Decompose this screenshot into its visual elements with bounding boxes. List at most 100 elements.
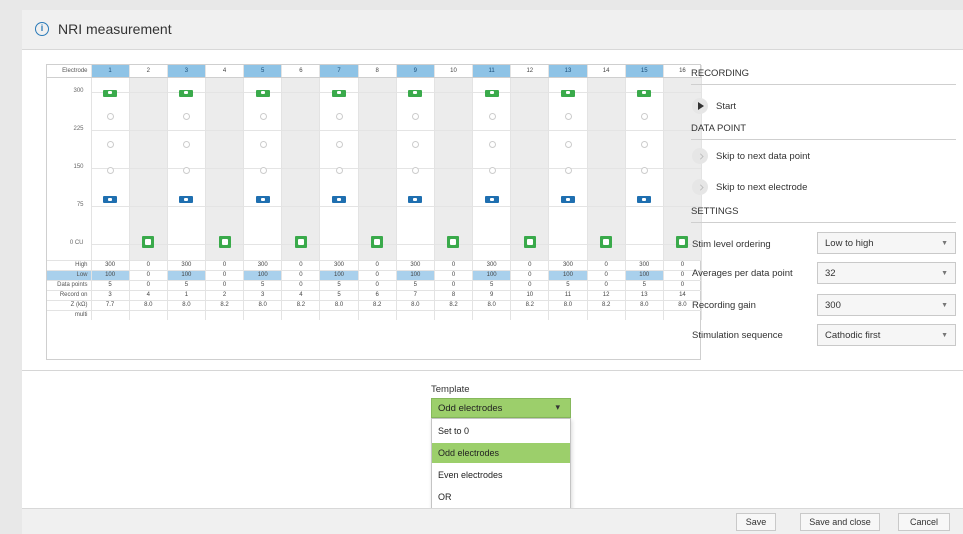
- data-point-marker[interactable]: [488, 140, 496, 148]
- high-level-marker[interactable]: [560, 89, 575, 97]
- data-point-marker[interactable]: [564, 112, 572, 120]
- grid-cell[interactable]: 8.0: [548, 299, 588, 310]
- grid-cell[interactable]: 0: [434, 269, 474, 280]
- electrode-header-13[interactable]: 13: [548, 65, 588, 78]
- data-point-marker[interactable]: [641, 140, 649, 148]
- grid-cell[interactable]: 300: [167, 259, 206, 270]
- grid-cell[interactable]: 4: [281, 289, 321, 300]
- dropdown-option-selected[interactable]: Odd electrodes: [432, 443, 570, 463]
- electrode-header-11[interactable]: 11: [472, 65, 512, 78]
- electrode-header-1[interactable]: 1: [91, 65, 130, 78]
- electrode-plot-column[interactable]: [587, 77, 626, 260]
- electrode-plot-column[interactable]: [243, 77, 283, 260]
- grid-cell[interactable]: [472, 309, 512, 320]
- zero-level-marker[interactable]: [371, 235, 384, 248]
- grid-cell[interactable]: 0: [205, 279, 245, 290]
- dropdown-option[interactable]: Even electrodes: [432, 465, 570, 485]
- grid-cell[interactable]: 1: [167, 289, 206, 300]
- play-icon[interactable]: [692, 98, 708, 114]
- grid-cell[interactable]: 0: [205, 269, 245, 280]
- cancel-button[interactable]: Cancel: [898, 513, 950, 531]
- data-point-marker[interactable]: [488, 166, 496, 174]
- low-level-marker[interactable]: [408, 195, 423, 203]
- grid-cell[interactable]: 8.0: [625, 299, 664, 310]
- save-button[interactable]: Save: [736, 513, 776, 531]
- grid-cell[interactable]: [91, 309, 130, 320]
- data-point-marker[interactable]: [641, 112, 649, 120]
- grid-cell[interactable]: 8.0: [243, 299, 283, 310]
- grid-cell[interactable]: 300: [91, 259, 130, 270]
- grid-cell[interactable]: 5: [472, 279, 512, 290]
- data-point-marker[interactable]: [564, 140, 572, 148]
- grid-cell[interactable]: [319, 309, 359, 320]
- electrode-header-5[interactable]: 5: [243, 65, 283, 78]
- skip-electrode-icon[interactable]: [692, 179, 708, 195]
- electrode-header-4[interactable]: 4: [205, 65, 245, 78]
- grid-cell[interactable]: 8.2: [587, 299, 626, 310]
- grid-cell[interactable]: 0: [205, 259, 245, 270]
- grid-cell[interactable]: 100: [625, 269, 664, 280]
- grid-cell[interactable]: 100: [167, 269, 206, 280]
- data-point-marker[interactable]: [183, 112, 191, 120]
- grid-cell[interactable]: [625, 309, 664, 320]
- grid-cell[interactable]: 2: [205, 289, 245, 300]
- electrode-header-8[interactable]: 8: [358, 65, 397, 78]
- grid-cell[interactable]: 4: [129, 289, 168, 300]
- grid-cell[interactable]: 0: [129, 259, 168, 270]
- low-level-marker[interactable]: [179, 195, 194, 203]
- high-level-marker[interactable]: [179, 89, 194, 97]
- zero-level-marker[interactable]: [600, 235, 613, 248]
- grid-cell[interactable]: [587, 309, 626, 320]
- grid-cell[interactable]: 100: [396, 269, 435, 280]
- grid-cell[interactable]: 300: [625, 259, 664, 270]
- grid-cell[interactable]: 14: [663, 289, 703, 300]
- zero-level-marker[interactable]: [676, 235, 689, 248]
- grid-cell[interactable]: 0: [510, 259, 550, 270]
- grid-cell[interactable]: 5: [91, 279, 130, 290]
- grid-cell[interactable]: [129, 309, 168, 320]
- electrode-header-15[interactable]: 15: [625, 65, 664, 78]
- electrode-header-6[interactable]: 6: [281, 65, 321, 78]
- electrode-plot-column[interactable]: [167, 77, 206, 260]
- grid-cell[interactable]: 0: [587, 279, 626, 290]
- data-point-marker[interactable]: [488, 112, 496, 120]
- low-level-marker[interactable]: [484, 195, 499, 203]
- grid-cell[interactable]: 0: [129, 279, 168, 290]
- grid-cell[interactable]: 8.2: [358, 299, 397, 310]
- grid-cell[interactable]: 8.0: [472, 299, 512, 310]
- data-point-marker[interactable]: [183, 140, 191, 148]
- dropdown-option[interactable]: OR: [432, 487, 570, 507]
- high-level-marker[interactable]: [255, 89, 270, 97]
- grid-cell[interactable]: 0: [281, 279, 321, 290]
- start-button[interactable]: Start: [716, 101, 736, 112]
- grid-cell[interactable]: 100: [91, 269, 130, 280]
- data-point-marker[interactable]: [107, 140, 115, 148]
- grid-cell[interactable]: 0: [358, 269, 397, 280]
- grid-cell[interactable]: 300: [548, 259, 588, 270]
- grid-cell[interactable]: [205, 309, 245, 320]
- high-level-marker[interactable]: [408, 89, 423, 97]
- grid-cell[interactable]: 300: [396, 259, 435, 270]
- data-point-marker[interactable]: [259, 166, 267, 174]
- grid-cell[interactable]: [548, 309, 588, 320]
- data-point-marker[interactable]: [183, 166, 191, 174]
- skip-point-icon[interactable]: [692, 148, 708, 164]
- electrode-header-12[interactable]: 12: [510, 65, 550, 78]
- grid-cell[interactable]: 100: [548, 269, 588, 280]
- electrode-header-9[interactable]: 9: [396, 65, 435, 78]
- zero-level-marker[interactable]: [142, 235, 155, 248]
- grid-cell[interactable]: 0: [434, 259, 474, 270]
- grid-cell[interactable]: 3: [91, 289, 130, 300]
- zero-level-marker[interactable]: [447, 235, 460, 248]
- grid-cell[interactable]: 300: [243, 259, 283, 270]
- grid-cell[interactable]: 10: [510, 289, 550, 300]
- high-level-marker[interactable]: [332, 89, 347, 97]
- grid-cell[interactable]: 8.2: [205, 299, 245, 310]
- grid-cell[interactable]: 5: [167, 279, 206, 290]
- grid-cell[interactable]: 0: [434, 279, 474, 290]
- electrode-plot-column[interactable]: [625, 77, 664, 260]
- stim-ordering-select[interactable]: Low to high ▼: [817, 232, 956, 254]
- grid-cell[interactable]: [358, 309, 397, 320]
- data-point-marker[interactable]: [259, 112, 267, 120]
- data-point-marker[interactable]: [259, 140, 267, 148]
